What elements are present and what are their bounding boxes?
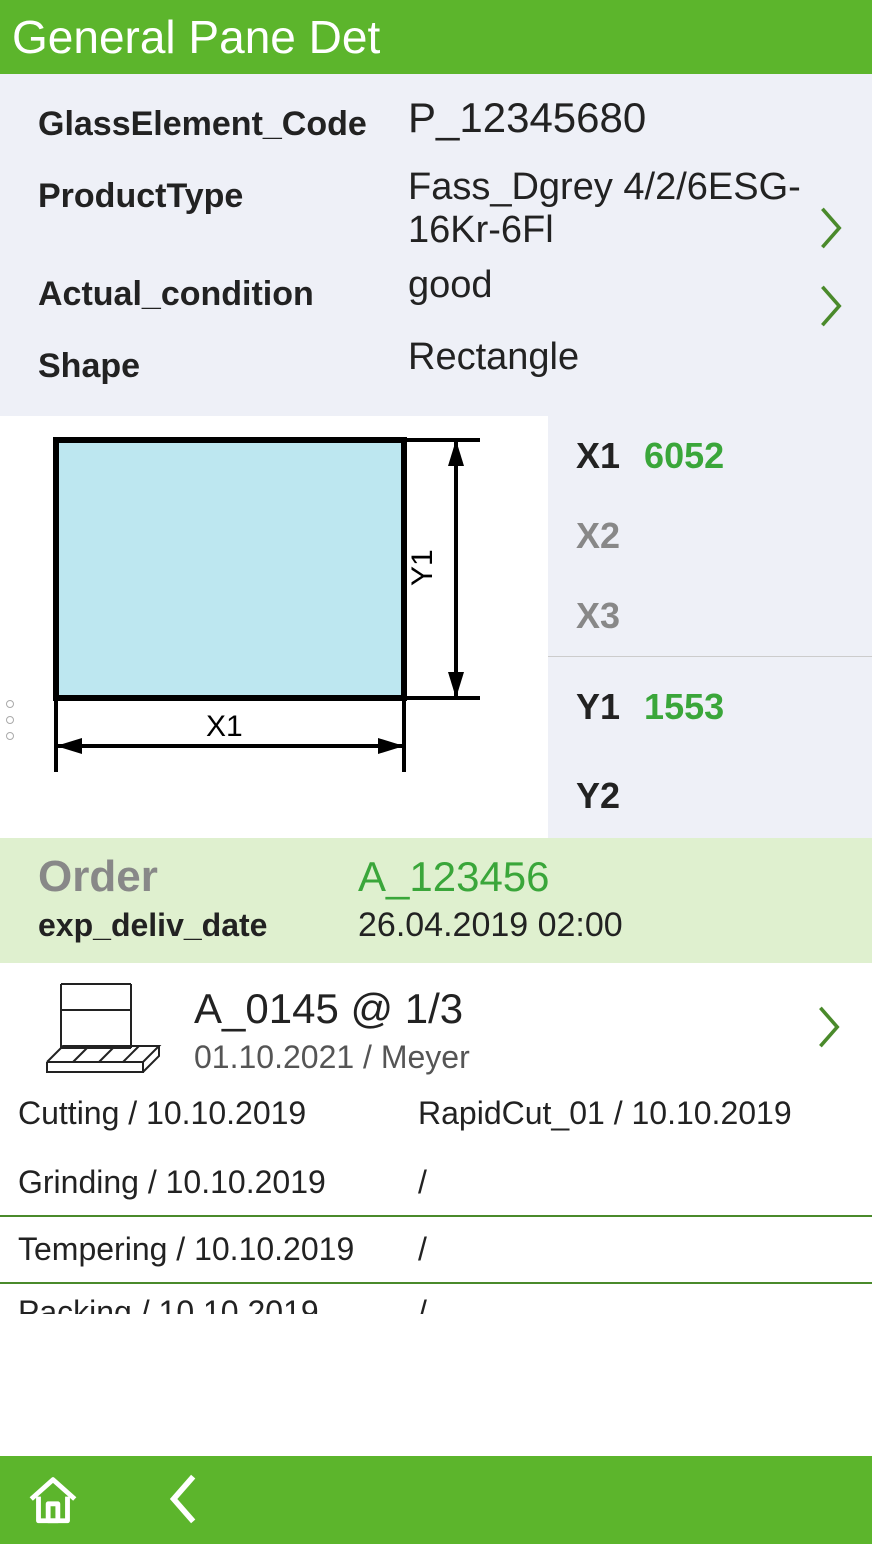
shape-diagram: Y1 X1 <box>0 416 548 838</box>
dim-x1-label: X1 <box>576 435 620 477</box>
detail-block: GlassElement_Code P_12345680 ProductType… <box>0 74 872 416</box>
chevron-left-icon <box>162 1471 202 1527</box>
diagram-y-label: Y1 <box>406 549 439 586</box>
process-left: Tempering / 10.10.2019 <box>18 1231 418 1268</box>
home-icon <box>24 1470 82 1528</box>
dim-y1-value: 1553 <box>644 686 724 728</box>
label-shape: Shape <box>38 336 408 396</box>
value-shape: Rectangle <box>408 336 834 379</box>
rack-title: A_0145 @ 1/3 <box>194 985 854 1033</box>
value-product-type: Fass_Dgrey 4/2/6ESG-16Kr-6Fl <box>408 166 834 252</box>
rack-subtitle: 01.10.2021 / Meyer <box>194 1039 854 1076</box>
chevron-right-icon <box>812 1003 848 1051</box>
process-row[interactable]: Tempering / 10.10.2019 / <box>0 1217 872 1284</box>
label-condition: Actual_condition <box>38 264 408 324</box>
process-left: Grinding / 10.10.2019 <box>18 1164 418 1201</box>
process-row[interactable]: Packing / 10.10.2019 / <box>0 1284 872 1314</box>
order-value: A_123456 <box>358 853 550 901</box>
process-right: / <box>418 1164 854 1201</box>
page-header: General Pane Det <box>0 0 872 74</box>
dim-y2-row[interactable]: Y2 <box>548 756 872 836</box>
label-glass-code: GlassElement_Code <box>38 94 408 154</box>
dot-icon <box>6 700 14 708</box>
dot-icon <box>6 716 14 724</box>
dim-x3-label: X3 <box>576 595 620 637</box>
page-title: General Pane Det <box>12 11 380 63</box>
dim-x2-row[interactable]: X2 <box>548 496 872 576</box>
process-right: / <box>418 1294 854 1300</box>
order-label: Order <box>38 852 358 902</box>
product-type-nav[interactable] <box>814 204 854 244</box>
shape-section: Y1 X1 X1 6052 X2 X3 Y1 1 <box>0 416 872 838</box>
dim-y2-label: Y2 <box>576 775 620 817</box>
dim-x2-label: X2 <box>576 515 620 557</box>
rack-icon <box>18 975 188 1085</box>
deliv-value: 26.04.2019 02:00 <box>358 906 623 945</box>
rack-nav[interactable] <box>812 1003 848 1056</box>
dim-y1-row[interactable]: Y1 1553 <box>548 656 872 756</box>
dim-x1-value: 6052 <box>644 435 724 477</box>
back-button[interactable] <box>162 1469 202 1532</box>
footer-bar <box>0 1456 872 1544</box>
process-row[interactable]: Cutting / 10.10.2019 RapidCut_01 / 10.10… <box>0 1089 872 1150</box>
diagram-x-label: X1 <box>206 710 243 743</box>
rack-block[interactable]: A_0145 @ 1/3 01.10.2021 / Meyer <box>0 963 872 1089</box>
home-button[interactable] <box>24 1468 82 1533</box>
process-list: Cutting / 10.10.2019 RapidCut_01 / 10.10… <box>0 1089 872 1314</box>
dim-x3-row[interactable]: X3 <box>548 576 872 656</box>
process-right: / <box>418 1231 854 1268</box>
dim-x1-row[interactable]: X1 6052 <box>548 416 872 496</box>
chevron-right-icon <box>814 282 850 330</box>
dim-y1-label: Y1 <box>576 686 620 728</box>
chevron-right-icon <box>814 204 850 252</box>
label-product-type: ProductType <box>38 166 408 226</box>
dot-icon <box>6 732 14 740</box>
deliv-label: exp_deliv_date <box>38 907 358 944</box>
page-indicator <box>6 700 14 740</box>
condition-nav[interactable] <box>814 282 854 322</box>
value-condition: good <box>408 264 834 307</box>
process-row[interactable]: Grinding / 10.10.2019 / <box>0 1150 872 1217</box>
value-glass-code: P_12345680 <box>408 94 834 142</box>
dimension-list: X1 6052 X2 X3 Y1 1553 Y2 <box>548 416 872 838</box>
order-block: Order A_123456 exp_deliv_date 26.04.2019… <box>0 838 872 963</box>
process-left: Cutting / 10.10.2019 <box>18 1095 418 1132</box>
process-right: RapidCut_01 / 10.10.2019 <box>418 1095 854 1132</box>
process-left: Packing / 10.10.2019 <box>18 1294 418 1300</box>
